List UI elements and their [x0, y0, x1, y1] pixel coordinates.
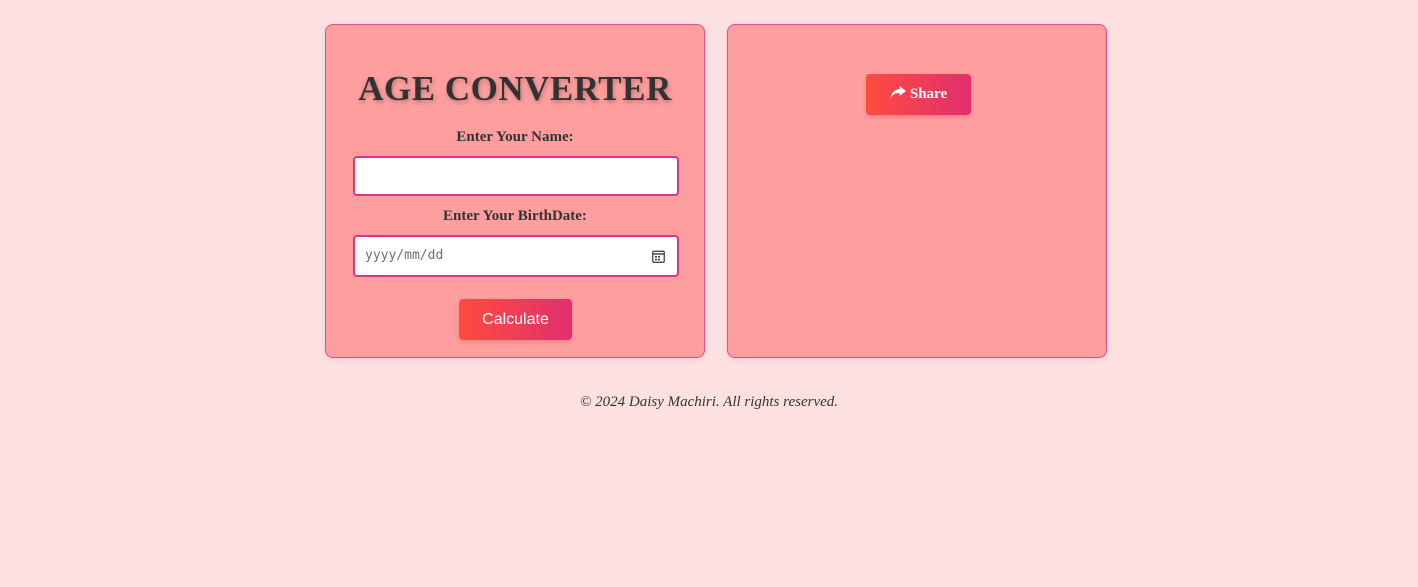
- name-input[interactable]: [353, 156, 679, 196]
- birthdate-placeholder: yyyy/mm/dd: [365, 248, 444, 263]
- share-arrow-icon: [890, 86, 906, 99]
- page-title: AGE CONVERTER: [358, 69, 672, 108]
- share-button[interactable]: Share: [866, 74, 971, 115]
- page: AGE CONVERTER Enter Your Name: Enter You…: [0, 0, 1418, 587]
- name-label: Enter Your Name:: [456, 129, 574, 145]
- birthdate-label: Enter Your BirthDate:: [443, 208, 587, 224]
- calendar-icon[interactable]: [652, 250, 665, 263]
- footer-copyright: © 2024 Daisy Machiri. All rights reserve…: [579, 394, 839, 410]
- age-converter-card: AGE CONVERTER Enter Your Name: Enter You…: [325, 24, 705, 358]
- calculate-button[interactable]: Calculate: [459, 299, 572, 340]
- share-card: Share: [727, 24, 1107, 358]
- birthdate-input[interactable]: yyyy/mm/dd: [353, 235, 679, 277]
- share-button-label: Share: [909, 86, 948, 102]
